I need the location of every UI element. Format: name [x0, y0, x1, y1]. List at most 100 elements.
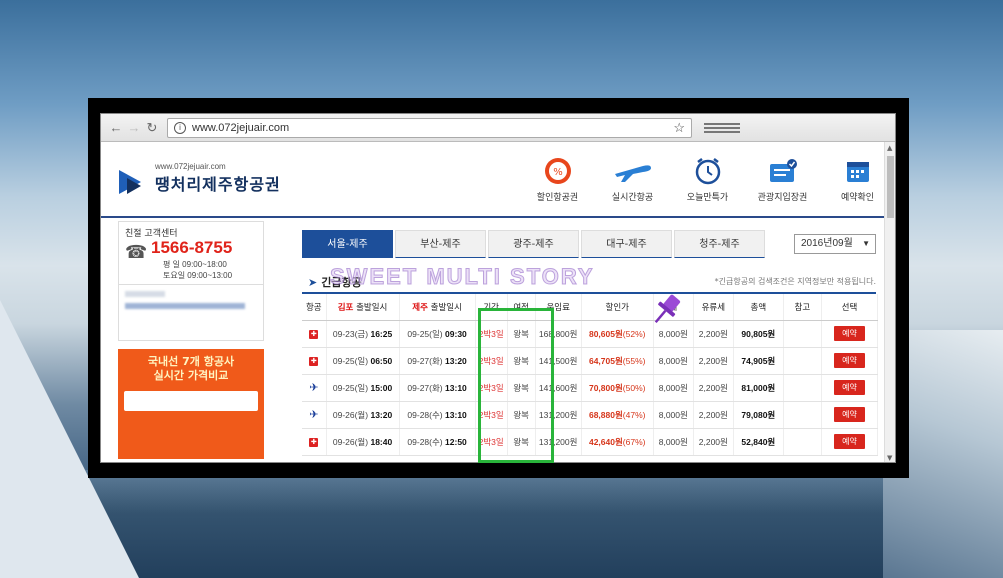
hours-saturday: 토요일 09:00~13:00: [163, 271, 233, 280]
fuel-cell: 2,200원: [693, 374, 734, 402]
logo-arrow-icon: [119, 164, 149, 194]
return-cell: 09-27(화) 13:20: [399, 347, 476, 375]
col-select: 선택: [821, 294, 879, 321]
flight-table: 항공 김포 출발일시 제주 출발일시 기간 여정 운임료 할인가 세 유류세 총…: [302, 294, 879, 456]
discount-cell: 68,880원(47%): [581, 401, 654, 429]
site-logo[interactable]: www.072jejuair.com 땡처리제주항공권: [119, 162, 281, 195]
blue-airline-icon: ✈: [309, 408, 319, 421]
red-airline-icon: ✚: [309, 330, 319, 339]
note-cell: [783, 320, 822, 348]
departure-cell: 09-25(일) 15:00: [326, 374, 400, 402]
browser-menu-icon[interactable]: [704, 122, 740, 133]
select-cell: 예약: [821, 428, 879, 456]
nav-discount-tickets[interactable]: % 할인항공권: [520, 156, 595, 203]
banner-blurred-text: [124, 391, 258, 411]
banner-line2: 실시간 가격비교: [153, 369, 229, 382]
note-cell: [783, 374, 822, 402]
fuel-cell: 2,200원: [693, 401, 734, 429]
table-row: ✈ 09-26(월) 13:20 09-28(수) 13:10 2박3일 왕복 131,2…: [302, 401, 879, 429]
route-tabs: 서울-제주 부산-제주 광주-제주 대구-제주 청주-제주 2016년09월 ▼: [302, 230, 876, 258]
hours-weekday: 평 일 09:00~18:00: [163, 260, 227, 269]
watermark: SWEET MULTI STORY: [330, 264, 595, 290]
nav-attraction-tickets[interactable]: 관광지입장권: [745, 156, 820, 203]
select-cell: 예약: [821, 401, 879, 429]
discount-cell: 70,800원(50%): [581, 374, 654, 402]
tab-daegu-jeju[interactable]: 대구-제주: [581, 230, 672, 258]
section-note: *긴급항공의 검색조건은 지역정보만 적용됩니다.: [714, 277, 876, 286]
scrollbar-thumb[interactable]: [887, 156, 894, 218]
left-sidebar: 친절 고객센터 ☎ 1566-8755 평 일 09:00~18:00 토요일 …: [118, 221, 264, 459]
phone-icon: ☎: [125, 242, 148, 263]
forward-icon[interactable]: →: [125, 119, 143, 137]
site-header: www.072jejuair.com 땡처리제주항공권 % 할인항공권 실시간항…: [101, 142, 895, 218]
discount-cell: 64,705원(55%): [581, 347, 654, 375]
tab-cheongju-jeju[interactable]: 청주-제주: [674, 230, 765, 258]
reserve-button[interactable]: 예약: [834, 434, 865, 449]
pushpin-icon: [646, 290, 686, 334]
col-airline: 항공: [302, 294, 327, 321]
tab-seoul-jeju[interactable]: 서울-제주: [302, 230, 393, 258]
bank-account-box: [118, 285, 264, 341]
browser-toolbar: ← → ↻ i www.072jejuair.com ☆: [101, 114, 895, 142]
red-airline-icon: ✚: [309, 357, 319, 366]
reserve-button[interactable]: 예약: [834, 326, 865, 341]
total-cell: 52,840원: [733, 428, 784, 456]
total-cell: 81,000원: [733, 374, 784, 402]
fuel-cell: 2,200원: [693, 347, 734, 375]
col-departure: 김포 출발일시: [326, 294, 400, 321]
airline-cell: ✚: [302, 347, 327, 375]
tab-gwangju-jeju[interactable]: 광주-제주: [488, 230, 579, 258]
note-cell: [783, 347, 822, 375]
logo-name: 땡처리제주항공권: [155, 175, 281, 194]
red-airline-icon: ✚: [309, 438, 319, 447]
logo-domain: www.072jejuair.com: [155, 162, 226, 171]
reload-icon[interactable]: ↻: [143, 119, 161, 137]
fuel-cell: 2,200원: [693, 320, 734, 348]
select-cell: 예약: [821, 347, 879, 375]
tax-cell: 8,000원: [653, 401, 694, 429]
cs-phone-number: 1566-8755: [151, 238, 233, 257]
month-select[interactable]: 2016년09월 ▼: [794, 234, 876, 254]
nav-realtime-flights[interactable]: 실시간항공: [595, 156, 670, 203]
back-icon[interactable]: ←: [107, 119, 125, 137]
total-cell: 74,905원: [733, 347, 784, 375]
address-bar[interactable]: i www.072jejuair.com ☆: [167, 117, 692, 138]
main-content: 서울-제주 부산-제주 광주-제주 대구-제주 청주-제주 2016년09월 ▼…: [302, 230, 879, 456]
col-discount: 할인가: [581, 294, 654, 321]
vertical-scrollbar[interactable]: ▲ ▼: [884, 142, 895, 462]
tax-cell: 8,000원: [653, 428, 694, 456]
alarm-clock-icon: [670, 156, 745, 186]
nav-today-special[interactable]: 오늘만특가: [670, 156, 745, 203]
tax-cell: 8,000원: [653, 374, 694, 402]
svg-text:%: %: [553, 167, 563, 178]
return-cell: 09-27(화) 13:10: [399, 374, 476, 402]
select-cell: 예약: [821, 374, 879, 402]
section-header: ➤ 긴급항공 SWEET MULTI STORY *긴급항공의 검색조건은 지역정…: [302, 264, 876, 294]
price-compare-banner[interactable]: 국내선 7개 항공사 실시간 가격비교: [118, 349, 264, 459]
nav-label: 실시간항공: [611, 193, 654, 203]
discount-cell: 42,640원(67%): [581, 428, 654, 456]
table-row: ✚ 09-23(금) 16:25 09-25(일) 09:30 2박3일 왕복 168,8…: [302, 320, 879, 348]
reserve-button[interactable]: 예약: [834, 407, 865, 422]
nav-label: 관광지입장권: [757, 193, 808, 203]
table-header-row: 항공 김포 출발일시 제주 출발일시 기간 여정 운임료 할인가 세 유류세 총…: [302, 294, 879, 321]
col-note: 참고: [783, 294, 822, 321]
scroll-down-icon[interactable]: ▼: [887, 454, 892, 462]
table-row: ✚ 09-25(일) 06:50 09-27(화) 13:20 2박3일 왕복 141,5…: [302, 347, 879, 375]
discount-badge-icon: %: [520, 156, 595, 186]
table-row: ✚ 09-26(월) 18:40 09-28(수) 12:50 2박3일 왕복 131,2…: [302, 428, 879, 456]
tab-busan-jeju[interactable]: 부산-제주: [395, 230, 486, 258]
chevron-down-icon: ▼: [862, 239, 870, 248]
top-nav: % 할인항공권 실시간항공 오늘만특가 관광지입장권 예약확인: [520, 156, 895, 203]
bookmark-star-icon[interactable]: ☆: [673, 120, 685, 136]
url-text: www.072jejuair.com: [192, 121, 290, 134]
scroll-up-icon[interactable]: ▲: [887, 144, 892, 152]
col-fuel: 유류세: [693, 294, 734, 321]
reserve-button[interactable]: 예약: [834, 380, 865, 395]
reserve-button[interactable]: 예약: [834, 353, 865, 368]
select-cell: 예약: [821, 320, 879, 348]
nav-label: 오늘만특가: [686, 193, 729, 203]
info-icon[interactable]: i: [174, 121, 186, 134]
return-cell: 09-28(수) 12:50: [399, 428, 476, 456]
ticket-check-icon: [745, 156, 820, 186]
